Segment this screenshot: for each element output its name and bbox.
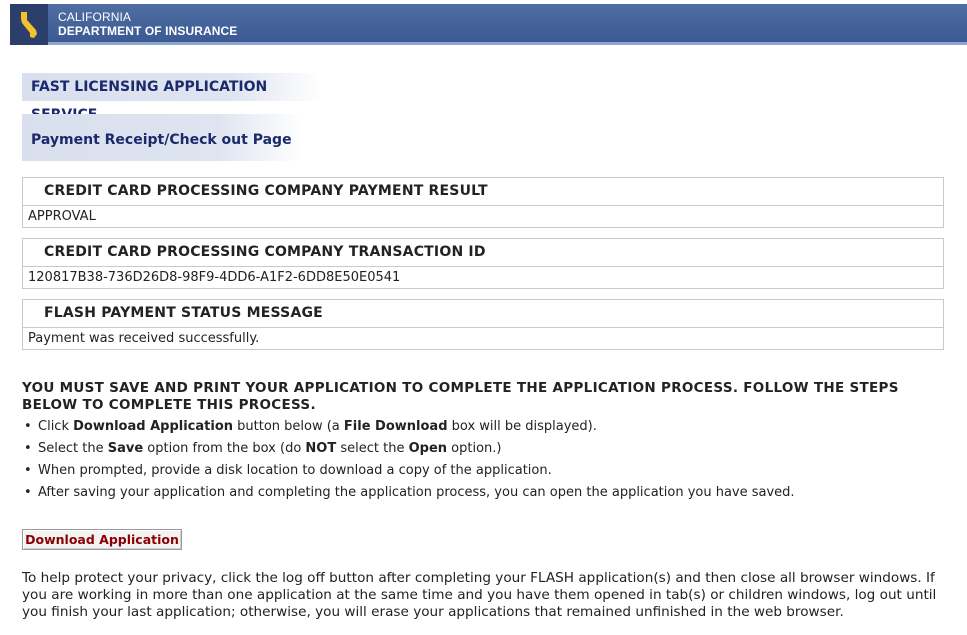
page-title: Payment Receipt/Check out Page (22, 114, 302, 161)
payment-result-value: APPROVAL (28, 209, 96, 224)
logo (10, 4, 48, 45)
status-message-value: Payment was received successfully. (28, 331, 260, 346)
step-text: When prompted, provide a disk location t… (38, 463, 552, 478)
bullet-icon: • (24, 419, 32, 434)
step-emphasis: Save (107, 441, 144, 456)
list-item: • After saving your application and comp… (22, 482, 952, 504)
step-text: After saving your application and comple… (38, 485, 795, 500)
step-text: select the (336, 441, 409, 456)
download-application-button[interactable]: Download Application (22, 529, 182, 550)
bullet-icon: • (24, 463, 32, 478)
step-emphasis: Download Application (73, 419, 234, 434)
status-message-label: FLASH PAYMENT STATUS MESSAGE (23, 300, 943, 328)
list-item: • Click Download Application button belo… (22, 416, 952, 438)
site-header: CALIFORNIA DEPARTMENT OF INSURANCE (10, 4, 967, 45)
list-item: • Select the Save option from the box (d… (22, 438, 952, 460)
transaction-id-box: CREDIT CARD PROCESSING COMPANY TRANSACTI… (22, 238, 944, 289)
step-emphasis: NOT (305, 441, 337, 456)
service-title: FAST LICENSING APPLICATION SERVICE (22, 73, 322, 123)
status-message-box: FLASH PAYMENT STATUS MESSAGE Payment was… (22, 299, 944, 350)
privacy-note: To help protect your privacy, click the … (22, 570, 937, 620)
step-emphasis: File Download (343, 419, 448, 434)
transaction-id-value: 120817B38-736D26D8-98F9-4DD6-A1F2-6DD8E5… (28, 270, 401, 285)
list-item: • When prompted, provide a disk location… (22, 460, 952, 482)
step-text: option from the box (do (143, 441, 306, 456)
step-emphasis: Open (408, 441, 448, 456)
california-state-icon (21, 12, 37, 38)
org-name-line2: DEPARTMENT OF INSURANCE (58, 24, 238, 38)
step-text: box will be displayed). (447, 419, 597, 434)
bullet-icon: • (24, 441, 32, 456)
step-text: button below (a (233, 419, 344, 434)
step-text: Select the (38, 441, 108, 456)
payment-result-label: CREDIT CARD PROCESSING COMPANY PAYMENT R… (23, 178, 943, 206)
org-name-line1: CALIFORNIA (58, 10, 132, 24)
transaction-id-label: CREDIT CARD PROCESSING COMPANY TRANSACTI… (23, 239, 943, 267)
bullet-icon: • (24, 485, 32, 500)
instructions: YOU MUST SAVE AND PRINT YOUR APPLICATION… (22, 380, 952, 504)
instructions-heading: YOU MUST SAVE AND PRINT YOUR APPLICATION… (22, 380, 899, 413)
steps-list: • Click Download Application button belo… (22, 416, 952, 504)
payment-result-box: CREDIT CARD PROCESSING COMPANY PAYMENT R… (22, 177, 944, 228)
org-name: CALIFORNIA DEPARTMENT OF INSURANCE (58, 10, 237, 38)
step-text: Click (38, 419, 74, 434)
step-text: option.) (447, 441, 502, 456)
